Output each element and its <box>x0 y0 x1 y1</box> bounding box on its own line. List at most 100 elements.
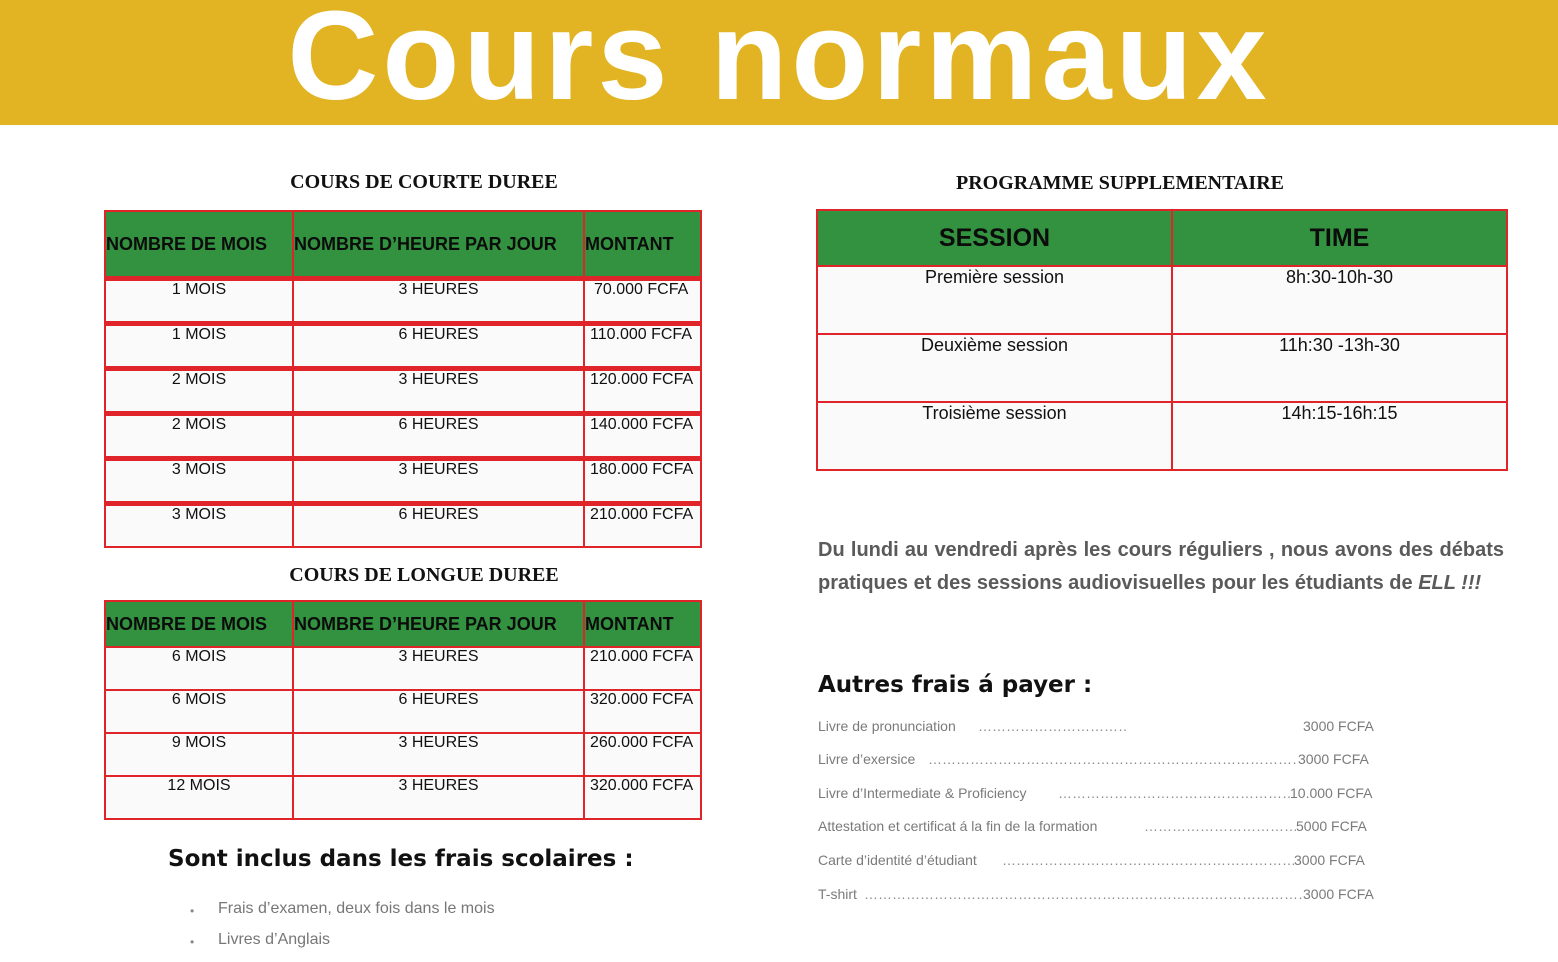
fee-label: Livre de pronunciation <box>818 718 962 734</box>
amount-cell: 70.000 FCFA <box>583 276 702 325</box>
column-header-session: SESSION <box>816 209 1173 267</box>
table-row: 3 MOIS 3 HEURES 180.000 FCFA <box>104 456 702 505</box>
table-row: 6 MOIS 6 HEURES 320.000 FCFA <box>104 689 702 734</box>
hours-cell: 3 HEURES <box>292 456 585 505</box>
list-item: • Livres d’Anglais <box>190 931 495 962</box>
amount-cell: 320.000 FCFA <box>583 775 702 820</box>
other-fees-heading: Autres frais á payer : <box>818 672 1093 698</box>
time-cell: 14h:15-16h:15 <box>1171 401 1508 471</box>
fee-label: Livre d’exersice <box>818 751 922 767</box>
fee-item: ………………………………………………… Attestation et certi… <box>818 818 1388 838</box>
fee-label: T-shirt <box>818 886 863 902</box>
description-text: Du lundi au vendredi après les cours rég… <box>818 539 1504 594</box>
column-header-months: NOMBRE DE MOIS <box>104 600 294 648</box>
months-cell: 3 MOIS <box>104 456 294 505</box>
amount-cell: 210.000 FCFA <box>583 501 702 548</box>
short-courses-title: COURS DE COURTE DUREE <box>290 171 558 193</box>
column-header-amount: MONTANT <box>583 600 702 648</box>
fee-price: 3000 FCFA <box>1294 852 1365 868</box>
table-row: 9 MOIS 3 HEURES 260.000 FCFA <box>104 732 702 777</box>
fee-item: ……………………………………………………………………… Livre d’Inte… <box>818 785 1388 805</box>
amount-cell: 210.000 FCFA <box>583 646 702 691</box>
description-emphasis: ELL !!! <box>1418 572 1482 594</box>
dot-leader: ……………………………………………………………………… <box>1058 785 1290 801</box>
table-row: Première session 8h:30-10h-30 <box>816 265 1508 335</box>
column-header-hours: NOMBRE D’HEURE PAR JOUR <box>292 210 585 280</box>
bullet-icon: • <box>190 935 195 949</box>
fee-price: 10.000 FCFA <box>1290 785 1373 801</box>
months-cell: 2 MOIS <box>104 411 294 460</box>
table-row: 6 MOIS 3 HEURES 210.000 FCFA <box>104 646 702 691</box>
table-header-row: SESSION TIME <box>816 209 1508 267</box>
fee-label: Attestation et certificat á la fin de la… <box>818 818 1104 834</box>
dot-leader: …………………………………………………………………………………………………………… <box>864 886 1304 902</box>
page-title: Cours normaux <box>287 0 1271 126</box>
months-cell: 2 MOIS <box>104 366 294 415</box>
fee-price: 3000 FCFA <box>1298 751 1369 767</box>
months-cell: 6 MOIS <box>104 689 294 734</box>
months-cell: 12 MOIS <box>104 775 294 820</box>
months-cell: 1 MOIS <box>104 276 294 325</box>
table-row: Troisième session 14h:15-16h:15 <box>816 401 1508 471</box>
long-courses-title: COURS DE LONGUE DUREE <box>289 564 559 586</box>
hours-cell: 3 HEURES <box>292 732 585 777</box>
table-row: Deuxième session 11h:30 -13h-30 <box>816 333 1508 403</box>
fee-price: 3000 FCFA <box>1303 886 1374 902</box>
months-cell: 6 MOIS <box>104 646 294 691</box>
table-row: 2 MOIS 6 HEURES 140.000 FCFA <box>104 411 702 460</box>
column-header-hours: NOMBRE D’HEURE PAR JOUR <box>292 600 585 648</box>
column-header-time: TIME <box>1171 209 1508 267</box>
short-courses-table: NOMBRE DE MOIS NOMBRE D’HEURE PAR JOUR M… <box>104 210 702 548</box>
table-row: 3 MOIS 6 HEURES 210.000 FCFA <box>104 501 702 548</box>
amount-cell: 320.000 FCFA <box>583 689 702 734</box>
column-header-months: NOMBRE DE MOIS <box>104 210 294 280</box>
amount-cell: 140.000 FCFA <box>583 411 702 460</box>
long-courses-table: NOMBRE DE MOIS NOMBRE D’HEURE PAR JOUR M… <box>104 600 702 820</box>
months-cell: 9 MOIS <box>104 732 294 777</box>
table-header-row: NOMBRE DE MOIS NOMBRE D’HEURE PAR JOUR M… <box>104 600 702 648</box>
fee-price: 3000 FCFA <box>1303 718 1374 734</box>
dot-leader: ……………………………………………………………………………………………………… <box>928 751 1300 767</box>
fee-item: ……………………………………………………………………………………… Carte … <box>818 852 1388 872</box>
fee-item: ……………………………………………………………………………………………………… … <box>818 751 1388 771</box>
amount-cell: 180.000 FCFA <box>583 456 702 505</box>
column-header-amount: MONTANT <box>583 210 702 280</box>
hours-cell: 3 HEURES <box>292 366 585 415</box>
fee-price: 5000 FCFA <box>1296 818 1367 834</box>
table-row: 12 MOIS 3 HEURES 320.000 FCFA <box>104 775 702 820</box>
supplementary-title: PROGRAMME SUPPLEMENTAIRE <box>956 172 1284 194</box>
hours-cell: 6 HEURES <box>292 321 585 370</box>
hours-cell: 6 HEURES <box>292 689 585 734</box>
list-item-text: Frais d’examen, deux fois dans le mois <box>218 900 495 917</box>
included-heading: Sont inclus dans les frais scolaires : <box>168 846 634 872</box>
hours-cell: 3 HEURES <box>292 646 585 691</box>
time-cell: 8h:30-10h-30 <box>1171 265 1508 335</box>
dot-leader: ………………………………………………… <box>1144 818 1296 834</box>
fee-label: Carte d’identité d’étudiant <box>818 852 983 868</box>
months-cell: 1 MOIS <box>104 321 294 370</box>
hours-cell: 6 HEURES <box>292 501 585 548</box>
fee-item: ………………………………………………………… Livre de pronunci… <box>818 718 1388 738</box>
amount-cell: 110.000 FCFA <box>583 321 702 370</box>
hours-cell: 3 HEURES <box>292 775 585 820</box>
months-cell: 3 MOIS <box>104 501 294 548</box>
amount-cell: 120.000 FCFA <box>583 366 702 415</box>
schedule-description: Du lundi au vendredi après les cours rég… <box>818 534 1504 600</box>
fee-item: …………………………………………………………………………………………………………… <box>818 886 1388 906</box>
list-item-text: Livres d’Anglais <box>218 931 331 948</box>
table-row: 1 MOIS 6 HEURES 110.000 FCFA <box>104 321 702 370</box>
supplementary-table: SESSION TIME Première session 8h:30-10h-… <box>816 209 1508 471</box>
dot-leader: ……………………………………………………………………………………… <box>1002 852 1296 868</box>
bullet-icon: • <box>190 904 195 918</box>
table-row: 1 MOIS 3 HEURES 70.000 FCFA <box>104 276 702 325</box>
session-cell: Troisième session <box>816 401 1173 471</box>
fee-label: Livre d’Intermediate & Proficiency <box>818 785 1033 801</box>
list-item: • Frais d’examen, deux fois dans le mois <box>190 900 495 931</box>
dot-leader: ………………………………………………………… <box>978 718 1128 734</box>
table-header-row: NOMBRE DE MOIS NOMBRE D’HEURE PAR JOUR M… <box>104 210 702 280</box>
hours-cell: 3 HEURES <box>292 276 585 325</box>
session-cell: Deuxième session <box>816 333 1173 403</box>
amount-cell: 260.000 FCFA <box>583 732 702 777</box>
session-cell: Première session <box>816 265 1173 335</box>
table-row: 2 MOIS 3 HEURES 120.000 FCFA <box>104 366 702 415</box>
